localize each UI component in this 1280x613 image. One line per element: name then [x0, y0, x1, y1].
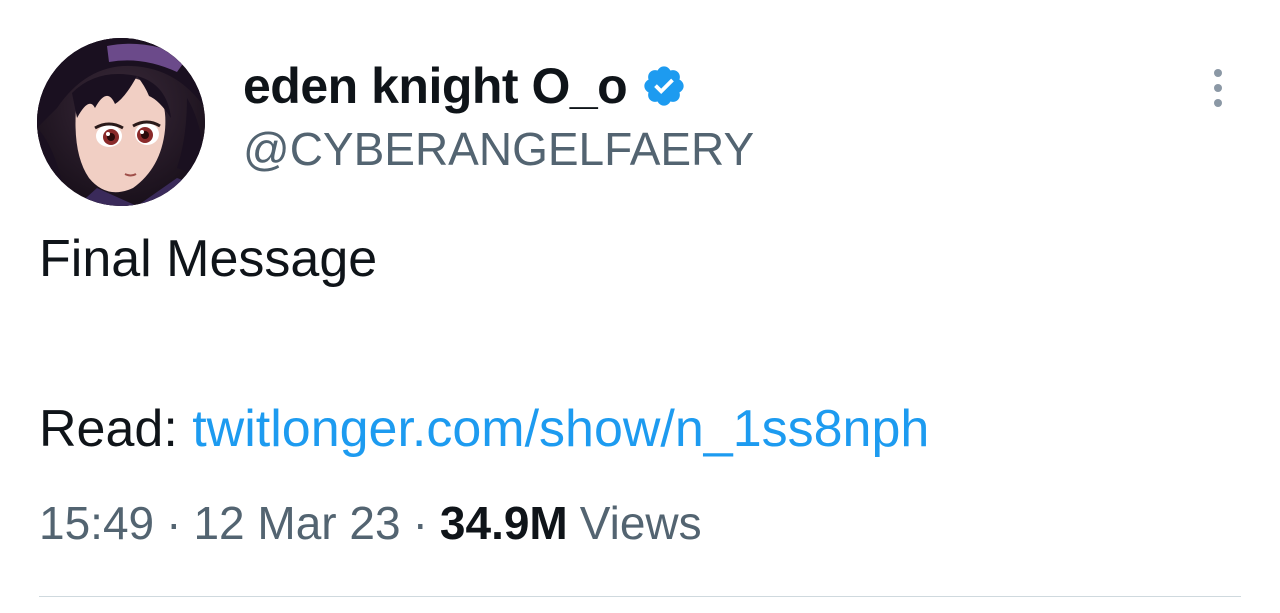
author-avatar[interactable]	[37, 38, 205, 206]
read-label: Read:	[39, 400, 178, 458]
tweet-text-line: Final Message	[39, 230, 378, 288]
tweet-text: Final Message Read: twitlonger.com/show/…	[39, 228, 929, 458]
tweet-meta: 15:49 · 12 Mar 23 · 34.9M Views	[39, 496, 702, 550]
meta-separator: ·	[166, 497, 182, 549]
tweet-link[interactable]: twitlonger.com/show/n_1ss8nph	[192, 400, 929, 458]
divider	[39, 596, 1241, 597]
verified-badge-icon[interactable]	[641, 63, 687, 109]
author-name-row: eden knight O_o	[243, 56, 687, 116]
meta-separator: ·	[412, 497, 428, 549]
more-dot	[1214, 99, 1222, 107]
tweet-date[interactable]: 12 Mar 23	[193, 496, 400, 550]
more-dot	[1214, 69, 1222, 77]
tweet-card: eden knight O_o @CYBERANGELFAERY Final M…	[0, 0, 1280, 613]
tweet-text-read-line: Read: twitlonger.com/show/n_1ss8nph	[39, 398, 929, 460]
author-display-name[interactable]: eden knight O_o	[243, 57, 628, 115]
anime-avatar-illustration	[37, 38, 205, 206]
more-dot	[1214, 84, 1222, 92]
more-options-icon[interactable]	[1196, 64, 1240, 112]
author-handle[interactable]: @CYBERANGELFAERY	[243, 122, 754, 176]
views-label: Views	[579, 497, 702, 549]
views-count: 34.9M	[439, 497, 568, 549]
tweet-time[interactable]: 15:49	[39, 496, 154, 550]
